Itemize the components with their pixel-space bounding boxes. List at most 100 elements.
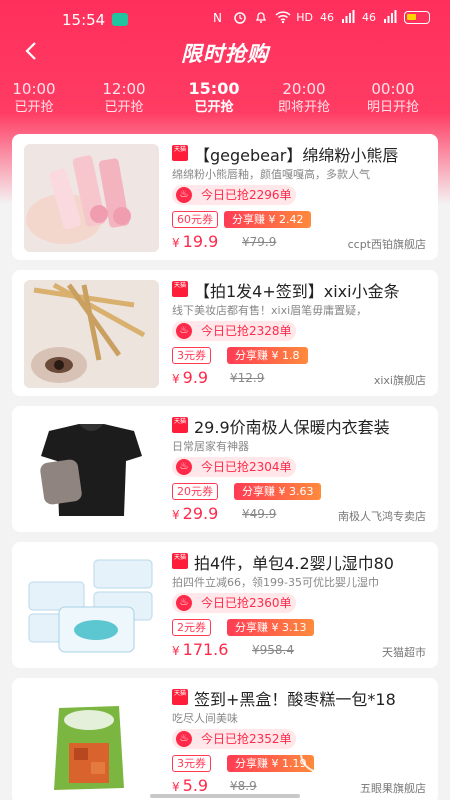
watermark-text: 七叶子: [348, 735, 418, 760]
fire-icon: ♨: [176, 459, 192, 475]
page-title: 限时抢购: [181, 42, 269, 66]
coupon-badge[interactable]: 3元券: [172, 755, 211, 772]
signal-icon: [341, 10, 355, 24]
share-earn-button[interactable]: 分享赚 ¥ 2.42: [224, 211, 312, 228]
tab-1000[interactable]: 10:00 已开抢: [0, 80, 74, 117]
currency-symbol: ¥: [172, 372, 180, 386]
original-price: ¥958.4: [252, 643, 294, 657]
hd-label: HD: [296, 10, 313, 24]
share-earn-button[interactable]: 分享赚 ¥ 3.63: [234, 483, 322, 500]
share-earn-button[interactable]: 分享赚 ¥ 1.8: [227, 347, 308, 364]
sold-count-badge: ♨ 今日已抢2328单: [172, 321, 296, 341]
sold-count-badge: ♨ 今日已抢2304单: [172, 457, 296, 477]
signal-icon-2: [383, 10, 397, 24]
sold-count: 今日已抢2360单: [201, 596, 292, 610]
tmall-badge: 天猫: [172, 553, 188, 569]
status-time: 15:54: [62, 11, 106, 29]
nav-bar: 限时抢购: [0, 36, 450, 72]
product-desc: 绵绵粉小熊唇釉，颜值嘎嘎高，多款人气: [172, 168, 370, 181]
price-value: 9.9: [182, 368, 209, 387]
price-value: 5.9: [182, 776, 209, 795]
bell-icon: [254, 10, 268, 24]
original-price: ¥79.9: [242, 235, 277, 249]
signal-label-2: 46: [362, 10, 376, 24]
product-image: [24, 688, 159, 796]
wifi-icon: [275, 10, 291, 24]
product-title: 【gegebear】绵绵粉小熊唇: [194, 146, 399, 165]
coupon-badge[interactable]: 60元券: [172, 211, 218, 228]
tmall-badge: 天猫: [172, 689, 188, 705]
currency-symbol: ¥: [172, 780, 180, 794]
original-price: ¥49.9: [242, 507, 277, 521]
product-image: [24, 552, 159, 660]
currency-symbol: ¥: [172, 508, 180, 522]
product-title: 拍4件，单包4.2婴儿湿巾80: [194, 554, 394, 573]
price: ¥5.9: [172, 776, 208, 795]
coupon-badge[interactable]: 2元券: [172, 619, 211, 636]
product-card[interactable]: 天猫 拍4件，单包4.2婴儿湿巾80 拍四件立减66，领199-35可优比婴儿湿…: [12, 542, 438, 668]
price: ¥29.9: [172, 504, 218, 523]
price: ¥9.9: [172, 368, 208, 387]
tab-status: 已开抢: [14, 100, 54, 115]
sold-count: 今日已抢2328单: [201, 324, 292, 338]
tab-time: 15:00: [188, 79, 240, 98]
currency-symbol: ¥: [172, 644, 180, 658]
tab-time: 12:00: [102, 80, 146, 98]
alarm-icon: [233, 10, 247, 24]
svg-text:N: N: [213, 11, 222, 24]
product-title: 签到+黑盒！酸枣糕一包*18: [194, 690, 396, 709]
sold-count-badge: ♨ 今日已抢2296单: [172, 185, 296, 205]
signal-label-1: 46: [320, 10, 334, 24]
price: ¥19.9: [172, 232, 218, 251]
time-tabs: 10:00 已开抢 12:00 已开抢 15:00 已开抢 20:00 即将开抢…: [0, 80, 450, 120]
price: ¥171.6: [172, 640, 228, 659]
fire-icon: ♨: [176, 187, 192, 203]
tab-time: 20:00: [282, 80, 326, 98]
product-desc: 吃尽人间美味: [172, 712, 238, 725]
tab-status: 明日开抢: [366, 100, 419, 115]
status-icons: N HD 46 46: [212, 10, 430, 25]
tmall-badge: 天猫: [172, 417, 188, 433]
product-card[interactable]: 天猫 29.9价南极人保暖内衣套装 日常居家有神器 ♨ 今日已抢2304单 20…: [12, 406, 438, 532]
tab-0000[interactable]: 00:00 明日开抢: [353, 80, 433, 117]
watermark: 七叶子 7YZ.COM: [300, 725, 440, 785]
price-value: 29.9: [182, 504, 219, 523]
sold-count-badge: ♨ 今日已抢2360单: [172, 593, 296, 613]
product-desc: 线下美妆店都有售！xixi眉笔毋庸置疑，: [172, 304, 368, 317]
tab-1200[interactable]: 12:00 已开抢: [84, 80, 164, 117]
share-earn-button[interactable]: 分享赚 ¥ 3.13: [227, 619, 315, 636]
tmall-badge: 天猫: [172, 145, 188, 161]
product-card[interactable]: 天猫 【拍1发4+签到】xixi小金条 线下美妆店都有售！xixi眉笔毋庸置疑，…: [12, 270, 438, 396]
product-image: [24, 416, 159, 524]
tab-time: 00:00: [371, 80, 415, 98]
shop-name: ccpt西铂旗舰店: [347, 238, 426, 251]
original-price: ¥12.9: [230, 371, 265, 385]
currency-symbol: ¥: [172, 236, 180, 250]
tmall-badge: 天猫: [172, 281, 188, 297]
watermark-sub: 7YZ.COM: [360, 761, 406, 772]
tab-status: 即将开抢: [277, 100, 330, 115]
battery-icon: [404, 10, 430, 24]
coupon-badge[interactable]: 20元券: [172, 483, 218, 500]
product-card[interactable]: 天猫 【gegebear】绵绵粉小熊唇 绵绵粉小熊唇釉，颜值嘎嘎高，多款人气 ♨…: [12, 134, 438, 260]
message-notification-icon: [112, 13, 128, 26]
tab-status: 已开抢: [104, 100, 144, 115]
coupon-badge[interactable]: 3元券: [172, 347, 211, 364]
tab-2000[interactable]: 20:00 即将开抢: [264, 80, 344, 117]
fire-icon: ♨: [176, 595, 192, 611]
tab-time: 10:00: [12, 80, 56, 98]
product-image: [24, 144, 159, 252]
product-title: 29.9价南极人保暖内衣套装: [194, 418, 390, 437]
shop-name: 南极人飞鸿专卖店: [338, 510, 426, 523]
product-desc: 拍四件立减66，领199-35可优比婴儿湿巾: [172, 576, 379, 589]
fire-icon: ♨: [176, 731, 192, 747]
tab-1500[interactable]: 15:00 已开抢: [174, 80, 254, 117]
sold-count: 今日已抢2352单: [201, 732, 292, 746]
status-bar: 15:54 N HD 46 46: [0, 0, 450, 36]
nfc-icon: N: [212, 10, 226, 25]
product-desc: 日常居家有神器: [172, 440, 249, 453]
fire-icon: ♨: [176, 323, 192, 339]
home-indicator[interactable]: [150, 794, 300, 798]
shop-name: 天猫超市: [382, 646, 426, 659]
product-image: [24, 280, 159, 388]
